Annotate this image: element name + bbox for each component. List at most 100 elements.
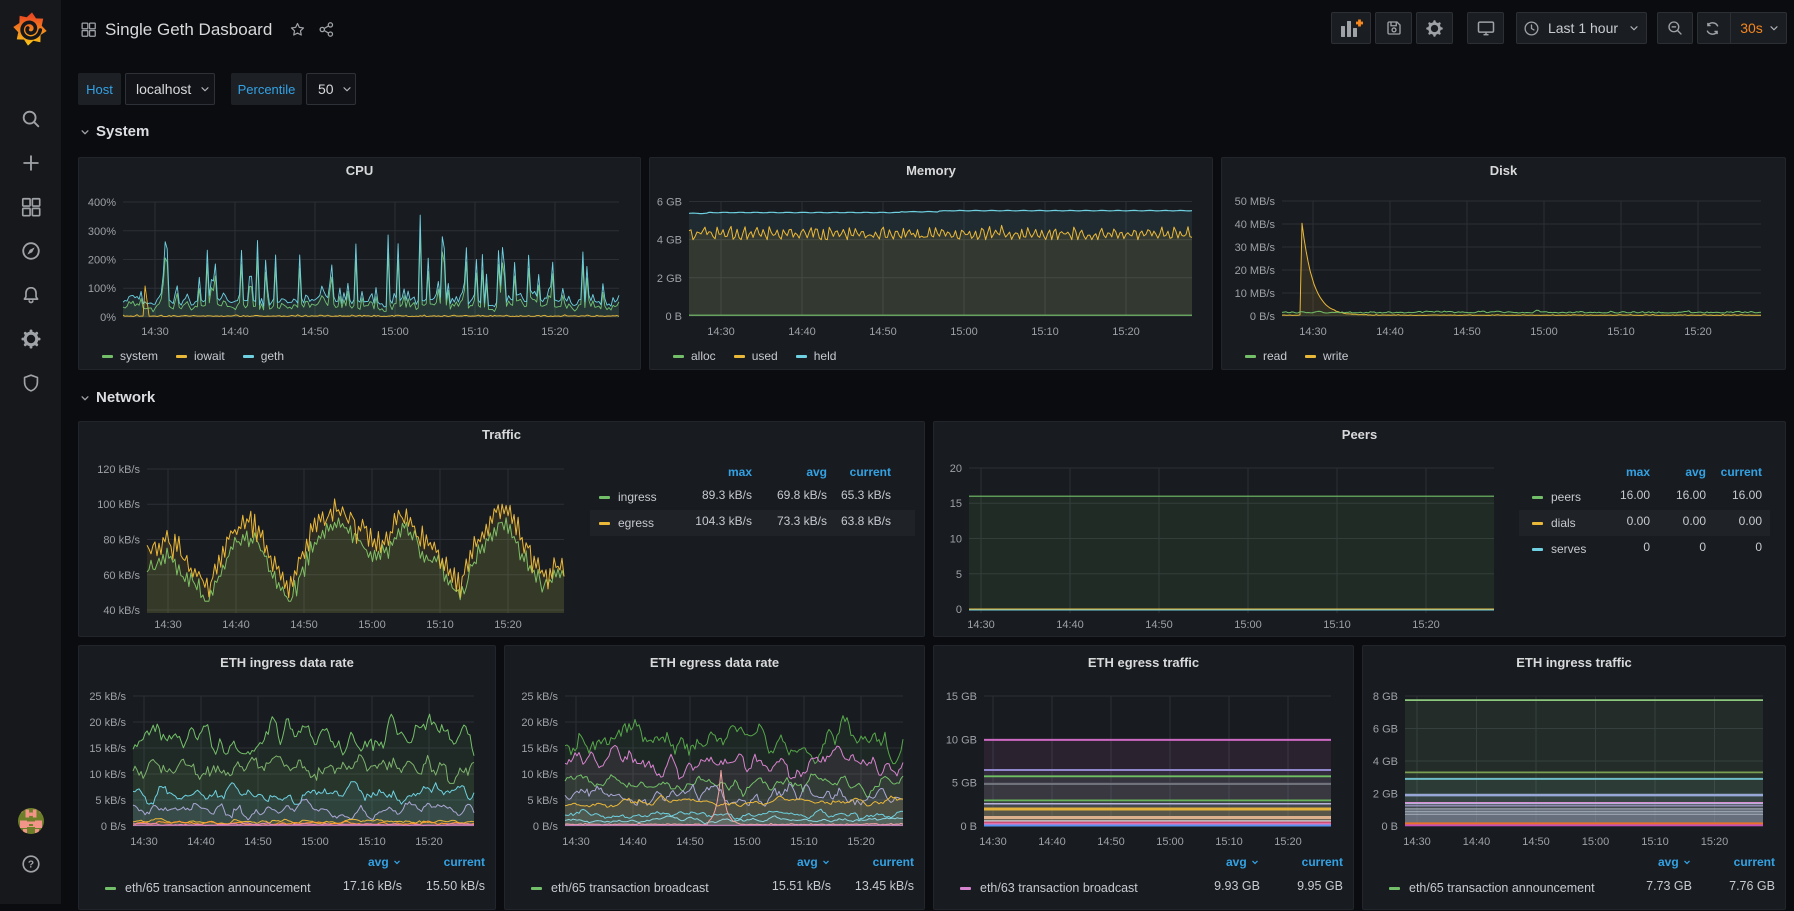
svg-text:14:30: 14:30 <box>979 836 1007 848</box>
svg-text:200%: 200% <box>88 255 116 267</box>
svg-text:15:00: 15:00 <box>733 836 761 848</box>
svg-text:14:30: 14:30 <box>1403 836 1431 848</box>
svg-text:14:40: 14:40 <box>1056 619 1084 631</box>
svg-text:14:40: 14:40 <box>619 836 647 848</box>
svg-text:10 MB/s: 10 MB/s <box>1235 288 1276 300</box>
svg-text:14:40: 14:40 <box>788 326 816 338</box>
svg-text:15:10: 15:10 <box>1323 619 1351 631</box>
svg-text:15:20: 15:20 <box>1274 836 1302 848</box>
svg-text:0: 0 <box>956 604 962 616</box>
svg-text:14:40: 14:40 <box>1463 836 1491 848</box>
svg-text:15:10: 15:10 <box>1215 836 1243 848</box>
svg-text:14:50: 14:50 <box>676 836 704 848</box>
svg-text:15:10: 15:10 <box>461 326 489 338</box>
svg-text:15:00: 15:00 <box>950 326 978 338</box>
svg-text:15 kB/s: 15 kB/s <box>89 743 126 755</box>
svg-text:15:00: 15:00 <box>1582 836 1610 848</box>
svg-text:14:50: 14:50 <box>1522 836 1550 848</box>
svg-text:14:30: 14:30 <box>1299 326 1327 338</box>
svg-text:14:30: 14:30 <box>967 619 995 631</box>
svg-text:0 B: 0 B <box>665 311 682 323</box>
svg-text:4 GB: 4 GB <box>657 235 682 247</box>
svg-text:15:00: 15:00 <box>1234 619 1262 631</box>
svg-text:20 MB/s: 20 MB/s <box>1235 265 1276 277</box>
svg-text:400%: 400% <box>88 197 116 209</box>
svg-text:15:10: 15:10 <box>1607 326 1635 338</box>
svg-text:0 B/s: 0 B/s <box>533 821 559 833</box>
svg-text:6 GB: 6 GB <box>657 197 682 209</box>
svg-text:0 B: 0 B <box>1381 821 1398 833</box>
svg-text:20 kB/s: 20 kB/s <box>521 717 558 729</box>
svg-text:14:40: 14:40 <box>1376 326 1404 338</box>
svg-text:15:10: 15:10 <box>358 836 386 848</box>
svg-text:15:20: 15:20 <box>541 326 569 338</box>
svg-text:10 kB/s: 10 kB/s <box>89 769 126 781</box>
svg-text:15:00: 15:00 <box>1156 836 1184 848</box>
svg-text:100%: 100% <box>88 283 116 295</box>
svg-text:25 kB/s: 25 kB/s <box>89 691 126 703</box>
svg-text:15:00: 15:00 <box>1530 326 1558 338</box>
svg-text:14:40: 14:40 <box>1038 836 1066 848</box>
svg-text:15:20: 15:20 <box>1112 326 1140 338</box>
svg-text:2 GB: 2 GB <box>1373 789 1398 801</box>
svg-text:14:40: 14:40 <box>222 619 250 631</box>
svg-text:10 GB: 10 GB <box>946 734 977 746</box>
svg-text:14:50: 14:50 <box>290 619 318 631</box>
svg-text:15: 15 <box>950 498 962 510</box>
svg-text:14:30: 14:30 <box>130 836 158 848</box>
svg-text:14:40: 14:40 <box>187 836 215 848</box>
svg-text:15:20: 15:20 <box>1684 326 1712 338</box>
svg-text:14:50: 14:50 <box>301 326 329 338</box>
svg-text:8 GB: 8 GB <box>1373 691 1398 703</box>
svg-text:15:00: 15:00 <box>381 326 409 338</box>
svg-text:300%: 300% <box>88 226 116 238</box>
svg-text:0%: 0% <box>100 312 116 324</box>
svg-text:0 B/s: 0 B/s <box>1250 311 1276 323</box>
svg-text:14:50: 14:50 <box>1145 619 1173 631</box>
svg-text:15:10: 15:10 <box>1031 326 1059 338</box>
svg-text:?: ? <box>28 860 34 871</box>
svg-text:30 MB/s: 30 MB/s <box>1235 242 1276 254</box>
svg-text:0 B: 0 B <box>960 821 977 833</box>
svg-text:15:20: 15:20 <box>415 836 443 848</box>
svg-text:5 kB/s: 5 kB/s <box>527 795 558 807</box>
svg-text:2 GB: 2 GB <box>657 273 682 285</box>
svg-text:15:20: 15:20 <box>1412 619 1440 631</box>
svg-text:5 kB/s: 5 kB/s <box>95 795 126 807</box>
svg-text:15:10: 15:10 <box>790 836 818 848</box>
svg-text:14:50: 14:50 <box>244 836 272 848</box>
svg-text:14:30: 14:30 <box>707 326 735 338</box>
svg-text:14:40: 14:40 <box>221 326 249 338</box>
svg-text:15:00: 15:00 <box>301 836 329 848</box>
svg-text:4 GB: 4 GB <box>1373 756 1398 768</box>
svg-text:10 kB/s: 10 kB/s <box>521 769 558 781</box>
svg-text:100 kB/s: 100 kB/s <box>97 499 140 511</box>
svg-text:15:00: 15:00 <box>358 619 386 631</box>
svg-text:50 MB/s: 50 MB/s <box>1235 196 1276 208</box>
svg-text:120 kB/s: 120 kB/s <box>97 464 140 476</box>
svg-text:15:20: 15:20 <box>494 619 522 631</box>
svg-text:80 kB/s: 80 kB/s <box>103 535 140 547</box>
svg-text:15:10: 15:10 <box>1641 836 1669 848</box>
svg-text:15:20: 15:20 <box>1701 836 1729 848</box>
svg-text:6 GB: 6 GB <box>1373 724 1398 736</box>
svg-text:15:10: 15:10 <box>426 619 454 631</box>
svg-text:15:20: 15:20 <box>847 836 875 848</box>
svg-text:10: 10 <box>950 534 962 546</box>
svg-text:5 GB: 5 GB <box>952 778 977 790</box>
svg-text:5: 5 <box>956 569 962 581</box>
svg-text:15 kB/s: 15 kB/s <box>521 743 558 755</box>
svg-text:40 MB/s: 40 MB/s <box>1235 219 1276 231</box>
svg-text:15 GB: 15 GB <box>946 691 977 703</box>
svg-text:14:30: 14:30 <box>141 326 169 338</box>
svg-text:20: 20 <box>950 463 962 475</box>
svg-text:14:30: 14:30 <box>562 836 590 848</box>
svg-text:14:50: 14:50 <box>869 326 897 338</box>
svg-text:20 kB/s: 20 kB/s <box>89 717 126 729</box>
svg-text:40 kB/s: 40 kB/s <box>103 605 140 617</box>
svg-text:14:50: 14:50 <box>1097 836 1125 848</box>
svg-text:60 kB/s: 60 kB/s <box>103 570 140 582</box>
svg-text:14:30: 14:30 <box>154 619 182 631</box>
svg-text:0 B/s: 0 B/s <box>101 821 127 833</box>
svg-text:25 kB/s: 25 kB/s <box>521 691 558 703</box>
